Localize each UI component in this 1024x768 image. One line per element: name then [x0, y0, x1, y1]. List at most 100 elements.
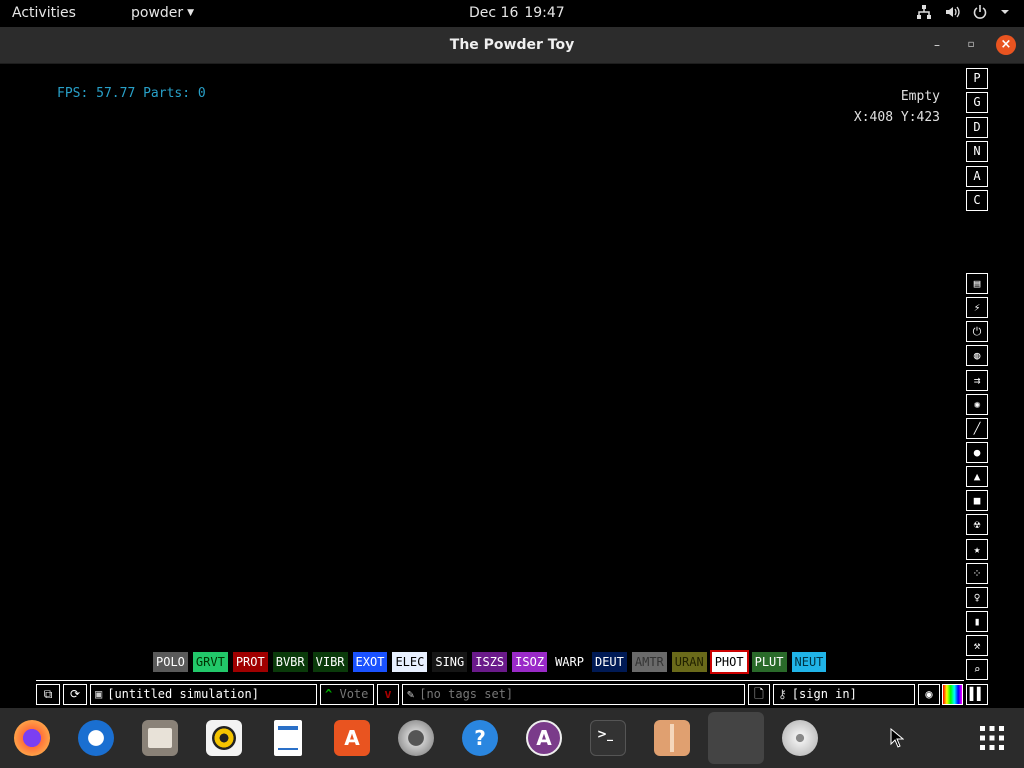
element-button-iszs[interactable]: ISZS	[472, 652, 508, 672]
special-category-icon[interactable]: ★	[966, 538, 988, 560]
element-button-deut[interactable]: DEUT	[591, 652, 627, 672]
favorites-category-icon[interactable]: ▮	[966, 610, 988, 632]
new-document-icon: 🗋	[754, 687, 764, 701]
maximize-button[interactable]: ▫	[962, 36, 980, 54]
element-button-prot[interactable]: PROT	[232, 652, 268, 672]
element-button-bvbr[interactable]: BVBR	[272, 652, 308, 672]
show-apps-icon	[974, 720, 1010, 756]
top-bar: Activities powder ▼ Dec 16 19:47	[0, 0, 1024, 27]
radioactive-category-icon[interactable]: ☢	[966, 514, 988, 536]
bottom-toolbar: ⧉ ⟳ ▣ [untitled simulation] ^ Vote v ✎ [no…	[36, 684, 988, 706]
console-button[interactable]: C	[966, 189, 988, 211]
hover-info: Empty X:408 Y:423	[854, 86, 940, 128]
sensors-category-icon[interactable]: ◍	[966, 345, 988, 367]
system-tray[interactable]	[916, 4, 1010, 20]
settings-launcher[interactable]	[394, 716, 438, 760]
app-menu-label: powder	[131, 5, 184, 21]
display-mode-button[interactable]	[942, 684, 963, 705]
settings-icon	[398, 720, 434, 756]
powered-category-icon[interactable]: ⏻	[966, 321, 988, 343]
minimize-button[interactable]: –	[928, 36, 946, 54]
files-icon	[142, 720, 178, 756]
tools-category-icon[interactable]: ♀	[966, 586, 988, 608]
reload-icon: ⟳	[69, 687, 81, 701]
element-button-neut[interactable]: NEUT	[791, 652, 827, 672]
explosives-category-icon[interactable]: ✺	[966, 393, 988, 415]
element-button-sing[interactable]: SING	[432, 652, 468, 672]
close-button[interactable]: ×	[996, 35, 1016, 55]
liquids-category-icon[interactable]: ●	[966, 441, 988, 463]
thunderbird-launcher[interactable]	[74, 716, 118, 760]
recent-category-icon[interactable]: ⚒	[966, 635, 988, 657]
show-apps-button[interactable]	[970, 716, 1014, 760]
save-name-button[interactable]: ▣ [untitled simulation]	[90, 684, 317, 705]
rhythmbox-launcher[interactable]	[202, 716, 246, 760]
reload-button[interactable]: ⟳	[63, 684, 87, 705]
element-button-elec[interactable]: ELEC	[392, 652, 428, 672]
element-button-vibr[interactable]: VIBR	[312, 652, 348, 672]
newtonian-gravity-button[interactable]: N	[966, 141, 988, 163]
writer-launcher[interactable]	[266, 716, 310, 760]
vote-label: Vote	[339, 687, 369, 701]
pause-icon: ▌▌	[969, 687, 985, 701]
vote-up-button[interactable]: ^ Vote	[320, 684, 374, 705]
app-store-launcher[interactable]: A	[522, 716, 566, 760]
element-button-amtr[interactable]: AMTR	[631, 652, 667, 672]
app-menu[interactable]: powder ▼	[131, 5, 194, 21]
decorations-button[interactable]: D	[966, 116, 988, 138]
force-category-icon[interactable]: ⇉	[966, 369, 988, 391]
pause-button[interactable]: ▌▌	[966, 684, 988, 705]
powders-category-icon[interactable]: ▲	[966, 466, 988, 488]
open-icon: ⧉	[43, 687, 53, 701]
cursor-coords: X:408 Y:423	[853, 110, 940, 125]
element-button-exot[interactable]: EXOT	[352, 652, 388, 672]
element-button-isoz[interactable]: ISOZ	[512, 652, 548, 672]
solids-category-icon[interactable]: ■	[966, 490, 988, 512]
element-button-phot[interactable]: PHOT	[709, 650, 749, 674]
archive-launcher[interactable]	[650, 716, 694, 760]
life-category-icon[interactable]: ⁘	[966, 562, 988, 584]
thumbs-down-icon: v	[384, 687, 392, 701]
pause-button-p[interactable]: P	[966, 68, 988, 89]
electronics-category-icon[interactable]: ⚡	[966, 297, 988, 319]
element-button-grvt[interactable]: GRVT	[192, 652, 228, 672]
disc-launcher[interactable]	[778, 716, 822, 760]
firefox-launcher[interactable]	[10, 716, 54, 760]
open-save-button[interactable]: ⧉	[36, 684, 60, 705]
element-button-polo[interactable]: POLO	[153, 652, 188, 672]
writer-icon	[274, 720, 302, 756]
powder-toy-launcher[interactable]	[714, 716, 758, 760]
window-titlebar[interactable]: The Powder Toy – ▫ ×	[0, 27, 1024, 64]
terminal-launcher[interactable]: >_	[586, 716, 630, 760]
app-center-launcher[interactable]: A	[330, 716, 374, 760]
tags-button[interactable]: ✎ [no tags set]	[402, 684, 745, 705]
files-launcher[interactable]	[138, 716, 182, 760]
thumbs-up-icon: ^	[325, 687, 333, 701]
walls-category-icon[interactable]: ▤	[966, 273, 988, 294]
clock[interactable]: Dec 16 19:47	[469, 5, 571, 21]
element-button-plut[interactable]: PLUT	[751, 652, 787, 672]
element-button-warp[interactable]: WARP	[552, 652, 587, 672]
ambient-heat-button[interactable]: A	[966, 165, 988, 187]
clock-date: Dec 16	[469, 5, 519, 21]
key-icon: ⚷	[778, 687, 787, 701]
mouse-cursor-icon	[890, 728, 904, 748]
firefox-icon	[14, 720, 50, 756]
app-center-icon: A	[334, 720, 370, 756]
vote-down-button[interactable]: v	[377, 684, 399, 705]
divider	[36, 680, 964, 681]
category-buttons: ▤ ⚡ ⏻ ◍ ⇉ ✺ ╱ ● ▲ ■ ☢ ★ ⁘ ♀ ▮ ⚒ ⌕	[966, 273, 988, 683]
activities-button[interactable]: Activities	[12, 5, 76, 21]
element-button-uran[interactable]: URAN	[671, 652, 707, 672]
settings-button[interactable]: ◉	[918, 684, 940, 705]
new-simulation-button[interactable]: 🗋	[748, 684, 770, 705]
simulation-canvas[interactable]: FPS: 57.77 Parts: 0 Empty X:408 Y:423 P …	[0, 64, 1024, 708]
save-icon: ▣	[95, 687, 103, 701]
help-launcher[interactable]: ?	[458, 716, 502, 760]
gravity-button[interactable]: G	[966, 92, 988, 114]
settings-icon: ◉	[925, 687, 933, 701]
sign-in-button[interactable]: ⚷ [sign in]	[773, 684, 915, 705]
search-icon[interactable]: ⌕	[966, 659, 988, 681]
gases-category-icon[interactable]: ╱	[966, 417, 988, 439]
clock-time: 19:47	[524, 5, 565, 21]
